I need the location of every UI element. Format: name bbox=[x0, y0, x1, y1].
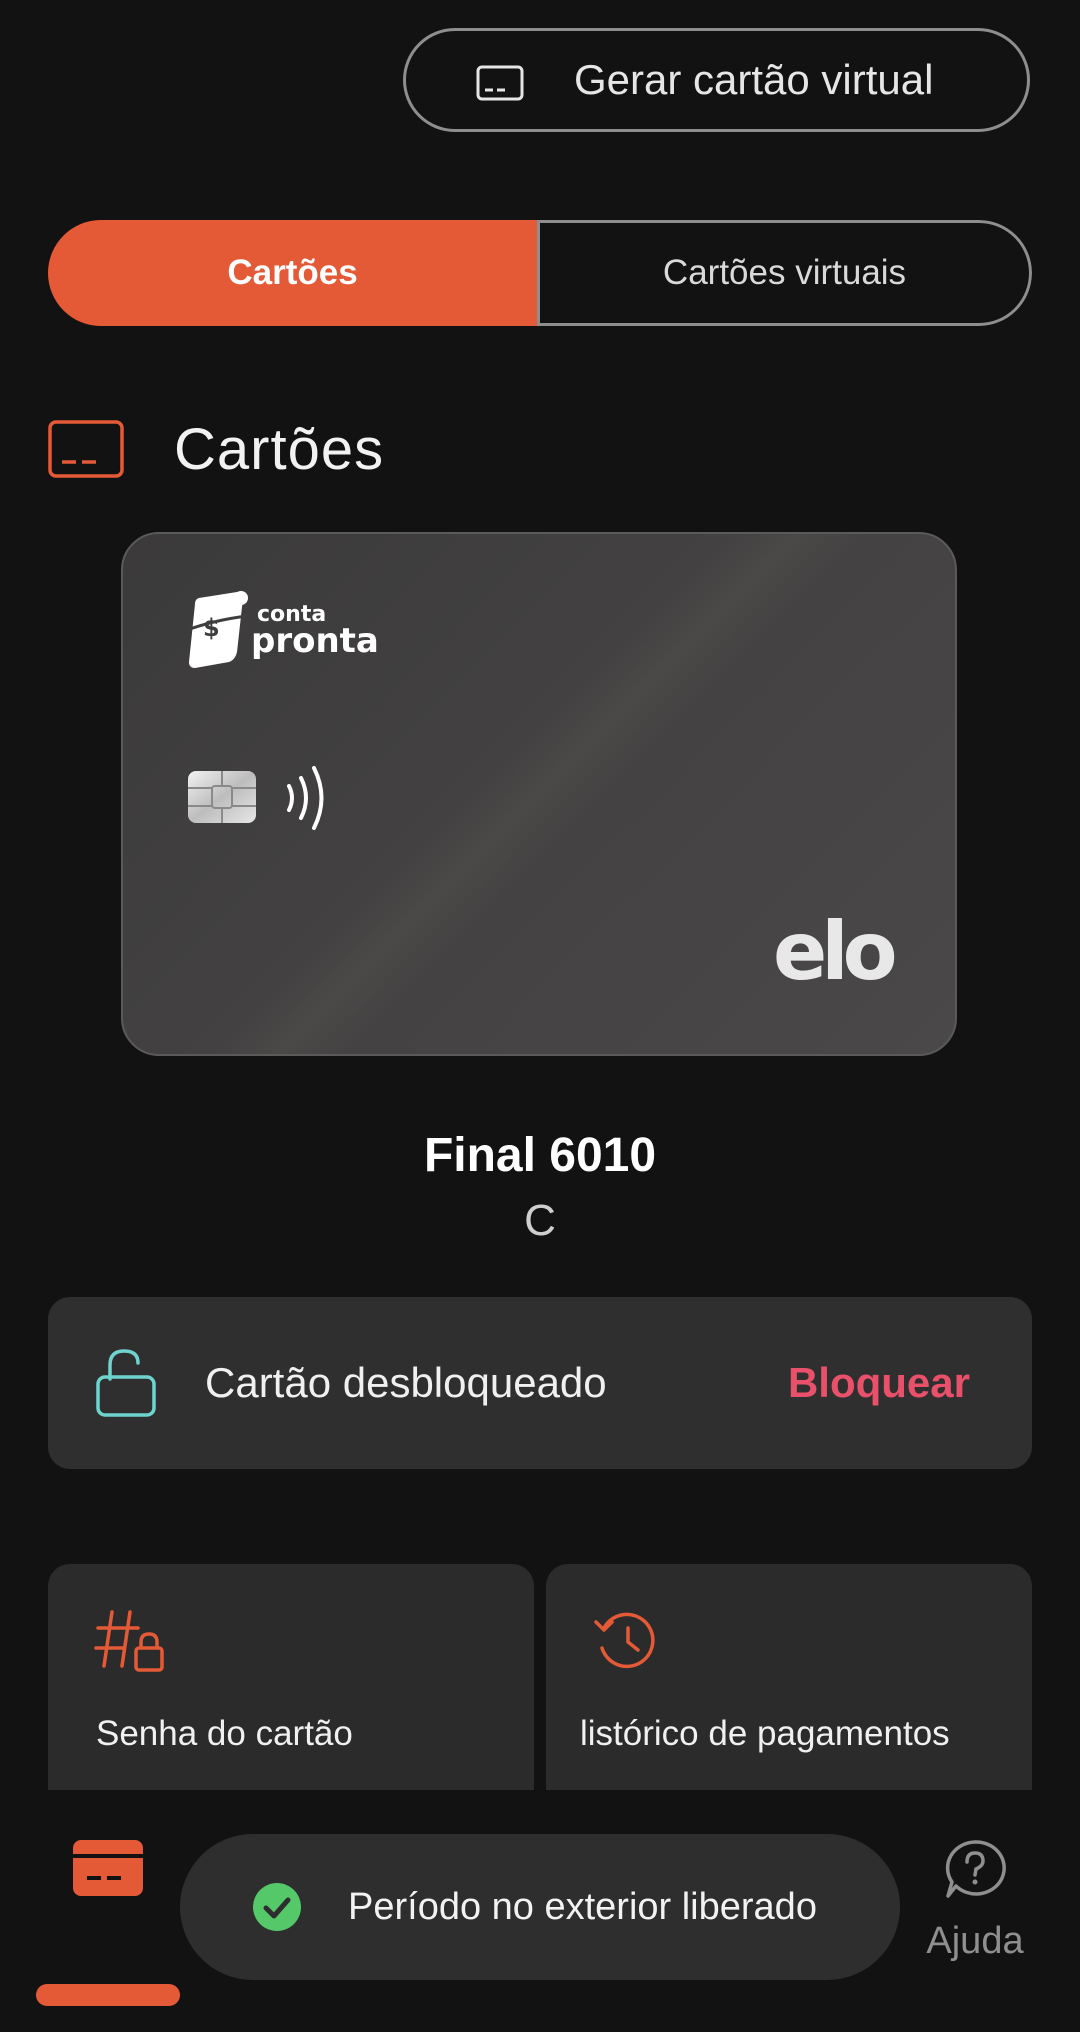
tab-virtual-cards[interactable]: Cartões virtuais bbox=[537, 220, 1032, 326]
hash-lock-icon bbox=[94, 1610, 164, 1672]
payment-history-label: listórico de pagamentos bbox=[580, 1714, 950, 1753]
nav-help-label: Ajuda bbox=[926, 1920, 1024, 1962]
card-password-label: Senha do cartão bbox=[96, 1714, 353, 1753]
card-final-digits: Final 6010 bbox=[423, 1129, 657, 1182]
card-type-tabs: Cartões Cartões virtuais bbox=[48, 220, 1032, 326]
toast-notification: Período no exterior liberado bbox=[180, 1834, 900, 1980]
card-lock-status: Cartão desbloqueado bbox=[205, 1359, 607, 1406]
card-holder-name: C bbox=[524, 1196, 556, 1245]
contactless-icon bbox=[287, 766, 324, 830]
unlocked-lock-icon bbox=[96, 1349, 156, 1417]
card-icon bbox=[476, 65, 524, 101]
chip-icon bbox=[188, 771, 256, 823]
card-brand-logo: elo bbox=[773, 905, 898, 998]
conta-pronta-logo-icon: $ bbox=[186, 591, 248, 668]
active-nav-indicator bbox=[36, 1984, 180, 2006]
svg-text:$: $ bbox=[203, 614, 220, 642]
nav-help-item[interactable]: Ajuda bbox=[900, 1838, 1050, 1988]
toast-message: Período no exterior liberado bbox=[348, 1886, 817, 1928]
payment-history-tile[interactable]: listórico de pagamentos bbox=[546, 1564, 1032, 1814]
card-lock-panel: Cartão desbloqueado Bloquear bbox=[48, 1297, 1032, 1469]
history-icon bbox=[594, 1612, 655, 1669]
conta-pronta-logo-text: conta pronta bbox=[251, 602, 379, 661]
card-icon bbox=[48, 420, 124, 478]
nav-cards-item[interactable] bbox=[36, 1840, 180, 2006]
block-card-button[interactable]: Bloquear bbox=[788, 1297, 970, 1469]
check-circle-icon bbox=[253, 1883, 301, 1931]
card-password-tile[interactable]: Senha do cartão bbox=[48, 1564, 534, 1814]
help-icon bbox=[945, 1840, 1006, 1898]
section-title: Cartões bbox=[174, 417, 385, 482]
generate-virtual-card-label: Gerar cartão virtual bbox=[574, 56, 934, 103]
payment-card[interactable]: $ conta pronta elo bbox=[121, 532, 957, 1056]
card-icon bbox=[73, 1840, 143, 1896]
tab-cards[interactable]: Cartões bbox=[48, 220, 537, 326]
generate-virtual-card-button[interactable]: Gerar cartão virtual bbox=[403, 28, 1030, 132]
